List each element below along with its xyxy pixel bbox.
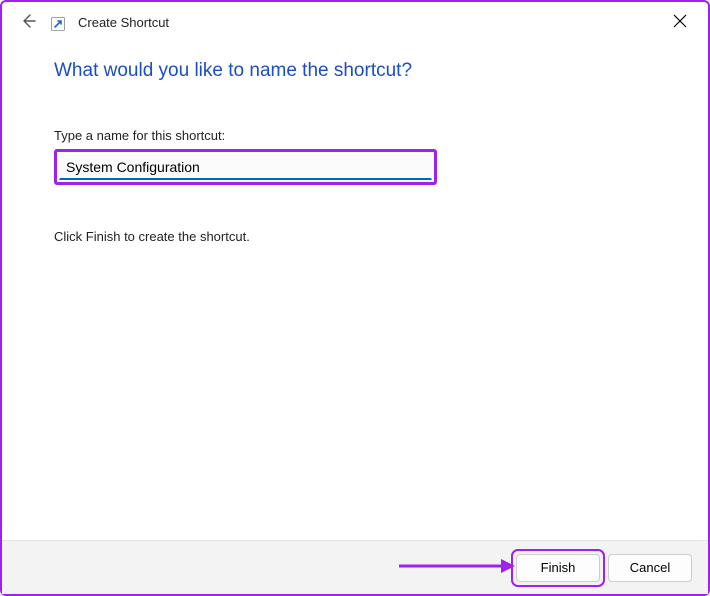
back-button[interactable] bbox=[18, 12, 38, 32]
annotation-finish-highlight: Finish bbox=[516, 554, 600, 582]
back-arrow-icon bbox=[20, 13, 36, 32]
wizard-content: What would you like to name the shortcut… bbox=[2, 32, 708, 244]
close-icon bbox=[673, 14, 687, 31]
finish-button[interactable]: Finish bbox=[516, 554, 600, 582]
shortcut-name-label: Type a name for this shortcut: bbox=[54, 128, 656, 143]
shortcut-name-input[interactable] bbox=[59, 154, 432, 180]
wizard-title: Create Shortcut bbox=[78, 15, 169, 30]
annotation-input-highlight bbox=[54, 149, 437, 185]
wizard-header: Create Shortcut bbox=[2, 2, 708, 32]
page-heading: What would you like to name the shortcut… bbox=[54, 60, 656, 82]
cancel-button[interactable]: Cancel bbox=[608, 554, 692, 582]
instruction-text: Click Finish to create the shortcut. bbox=[54, 229, 656, 244]
close-button[interactable] bbox=[660, 8, 700, 36]
dialog-button-bar: Finish Cancel bbox=[2, 540, 708, 594]
shortcut-icon bbox=[50, 16, 66, 32]
